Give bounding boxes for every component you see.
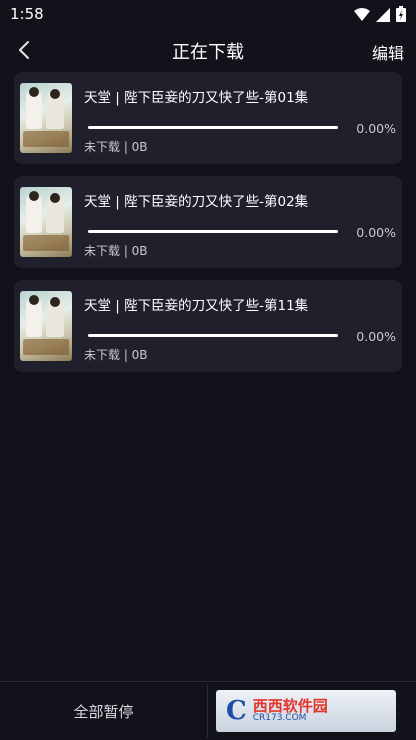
header-bar: 正在下载 编辑: [0, 30, 416, 70]
logo-c-icon: C: [226, 696, 247, 726]
download-status: 未下载 | 0B: [84, 244, 148, 258]
edit-button[interactable]: 编辑: [372, 40, 404, 64]
progress-bar: [88, 334, 338, 337]
episode-title: 天堂 | 陛下臣妾的刀又快了些-第02集: [84, 194, 309, 210]
watermark-sub: CR173.COM: [252, 713, 307, 724]
episode-title: 天堂 | 陛下臣妾的刀又快了些-第11集: [84, 298, 309, 314]
progress-percent: 0.00%: [356, 225, 396, 240]
watermark-main: 西西软件园: [252, 696, 328, 715]
progress-percent: 0.00%: [356, 329, 396, 344]
download-screen: 1:58 正在下载 编辑 天堂 | 陛下臣妾的刀又快了些-第01集 0.00% …: [0, 0, 416, 740]
pause-all-button[interactable]: 全部暂停: [0, 682, 207, 740]
download-item[interactable]: 天堂 | 陛下臣妾的刀又快了些-第02集 0.00% 未下载 | 0B: [14, 176, 402, 268]
status-bar: 1:58: [0, 0, 416, 30]
page-title: 正在下载: [172, 42, 244, 63]
download-item[interactable]: 天堂 | 陛下臣妾的刀又快了些-第01集 0.00% 未下载 | 0B: [14, 72, 402, 164]
status-time: 1:58: [10, 5, 44, 23]
download-status: 未下载 | 0B: [84, 140, 148, 154]
status-icons: [354, 6, 406, 26]
episode-thumbnail: [20, 83, 72, 153]
download-item[interactable]: 天堂 | 陛下臣妾的刀又快了些-第11集 0.00% 未下载 | 0B: [14, 280, 402, 372]
episode-title: 天堂 | 陛下臣妾的刀又快了些-第01集: [84, 90, 309, 106]
signal-icon: [376, 7, 390, 26]
progress-bar: [88, 230, 338, 233]
divider: [207, 684, 208, 738]
progress-percent: 0.00%: [356, 121, 396, 136]
progress-bar: [88, 126, 338, 129]
wifi-icon: [354, 7, 370, 26]
episode-thumbnail: [20, 187, 72, 257]
bottom-bar: 全部暂停 C 西西软件园 CR173.COM: [0, 681, 416, 740]
battery-icon: [396, 6, 406, 26]
episode-thumbnail: [20, 291, 72, 361]
download-list: 天堂 | 陛下臣妾的刀又快了些-第01集 0.00% 未下载 | 0B 天堂 |…: [14, 72, 402, 384]
download-status: 未下载 | 0B: [84, 348, 148, 362]
watermark-logo: C 西西软件园 CR173.COM: [216, 690, 396, 732]
